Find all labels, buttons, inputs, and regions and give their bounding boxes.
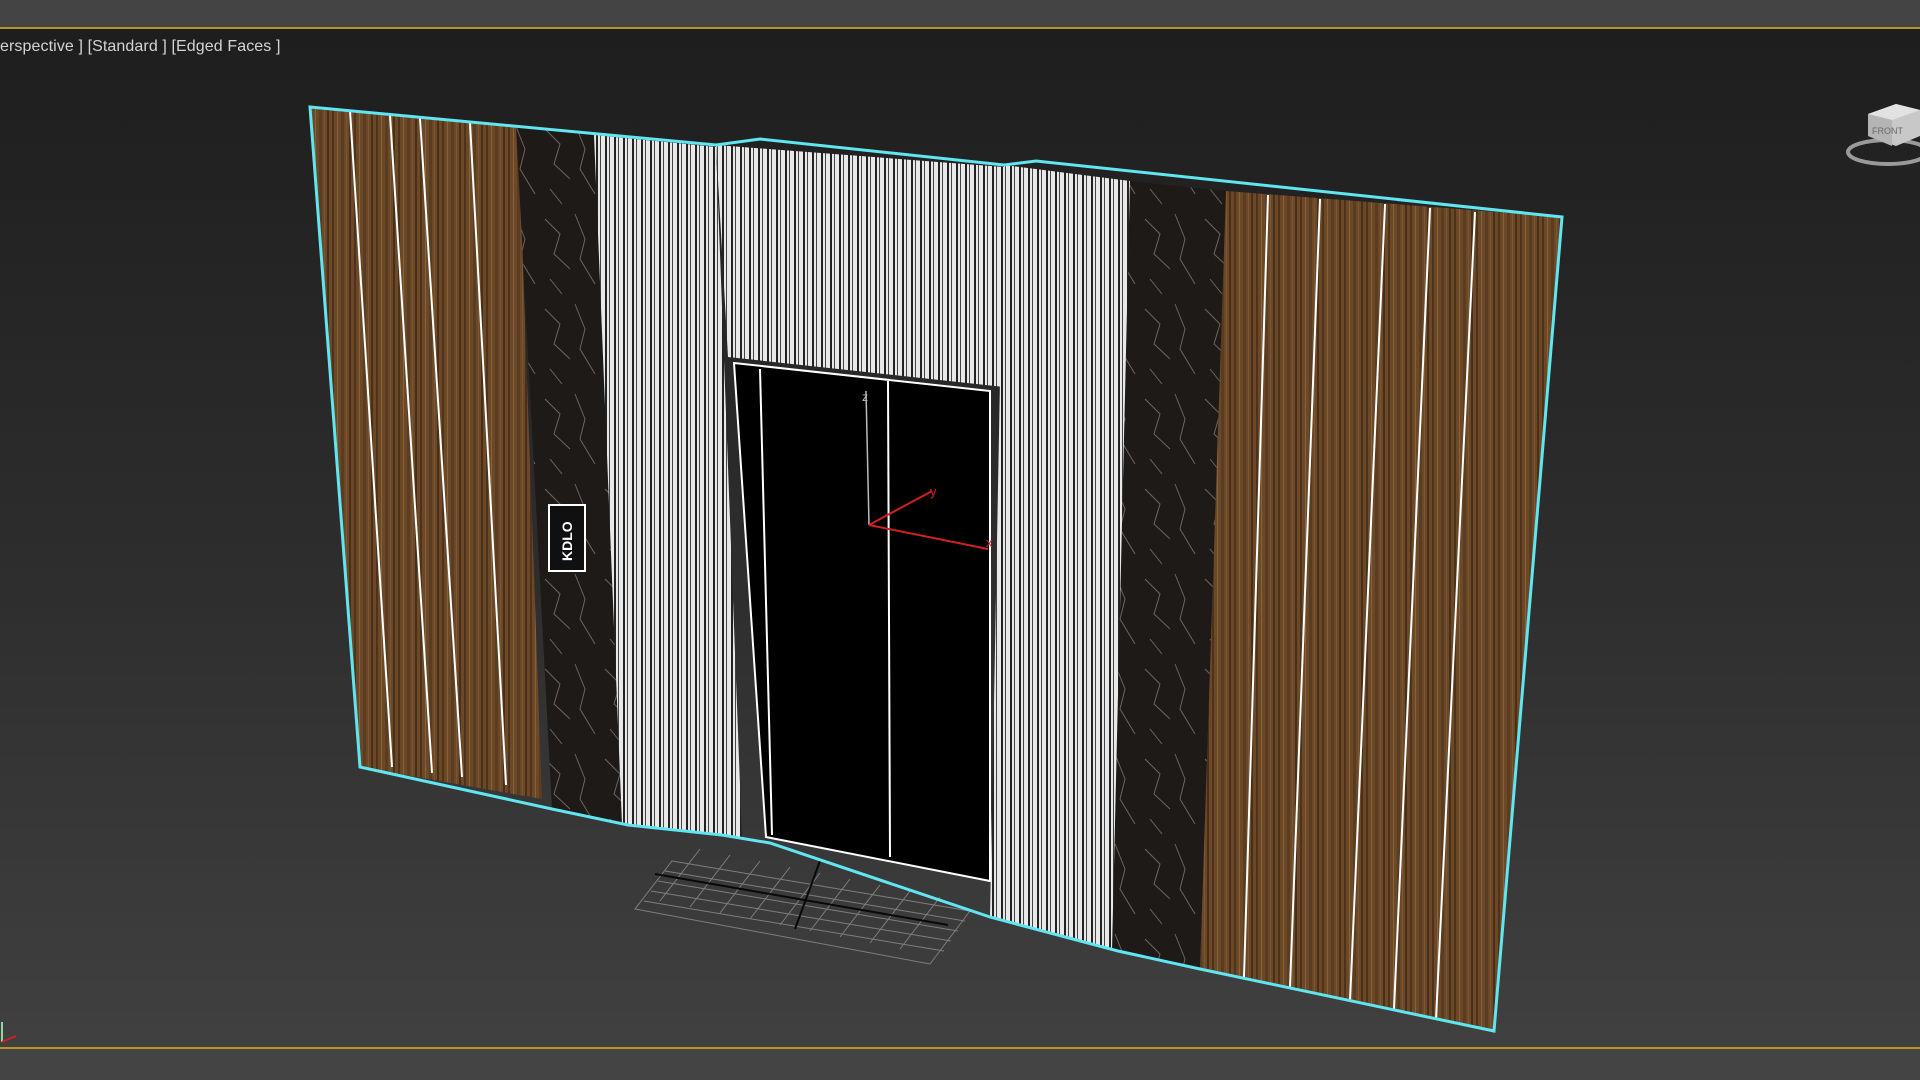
bottom-status-strip — [0, 1049, 1920, 1080]
gizmo-z-label: z — [862, 390, 868, 404]
viewcube-face-label: FRONT — [1872, 126, 1903, 136]
scene-canvas[interactable]: KDLO z y x — [0, 29, 1920, 1049]
right-wood-panel[interactable] — [1200, 191, 1562, 1031]
top-toolbar-strip — [0, 0, 1920, 27]
elevator-call-panel[interactable]: KDLO — [548, 504, 586, 572]
gizmo-x-label: x — [986, 535, 993, 550]
gizmo-y-label: y — [930, 484, 937, 499]
viewport-label-menu: erspective ] [Standard ] [Edged Faces ] — [0, 38, 281, 56]
perspective-viewport[interactable]: KDLO z y x erspective] [Standard] [Edg… — [0, 27, 1920, 1049]
panel-sign-text: KDLO — [559, 521, 575, 561]
viewport-view-label[interactable]: erspective ] — [0, 38, 83, 55]
viewcube-icon[interactable]: FRONT — [1840, 74, 1920, 174]
3d-app-window: KDLO z y x erspective] [Standard] [Edg… — [0, 0, 1920, 1080]
right-slat-panel[interactable] — [990, 165, 1130, 951]
viewport-shading-label[interactable]: [Standard ] — [88, 38, 167, 55]
world-axis-icon — [1, 1022, 17, 1043]
viewport-mode-label[interactable]: [Edged Faces ] — [171, 38, 280, 55]
elevator-door[interactable] — [732, 361, 991, 883]
left-wood-panel[interactable] — [310, 107, 542, 799]
door-header-panel[interactable] — [716, 145, 1004, 387]
